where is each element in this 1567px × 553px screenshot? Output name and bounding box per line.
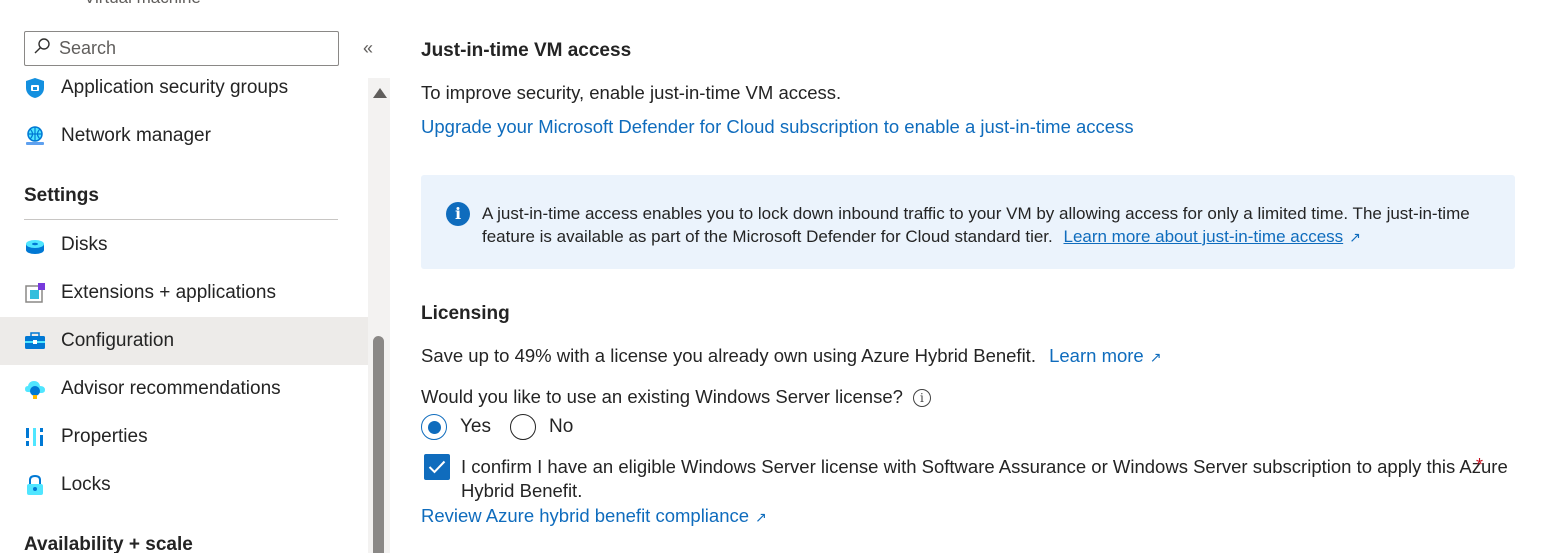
confirm-license-checkbox[interactable] — [424, 454, 450, 480]
sidebar-item-label: Network manager — [61, 125, 211, 146]
sidebar: Search « Application security groups Net… — [0, 0, 392, 553]
radio-no[interactable] — [510, 414, 536, 440]
review-compliance-link[interactable]: Review Azure hybrid benefit compliance — [421, 505, 749, 526]
confirm-license-label: I confirm I have an eligible Windows Ser… — [461, 456, 1508, 501]
checkmark-icon — [428, 460, 446, 474]
sidebar-item-label: Application security groups — [61, 77, 289, 98]
external-link-icon: ↗ — [755, 509, 767, 525]
sidebar-item-network-manager[interactable]: Network manager — [0, 112, 368, 160]
info-icon: i — [446, 202, 470, 226]
jit-description: To improve security, enable just-in-time… — [421, 82, 842, 103]
jit-section-title: Just-in-time VM access — [421, 40, 632, 61]
required-indicator: * — [1476, 455, 1484, 475]
advisor-icon — [24, 378, 46, 400]
disks-icon — [24, 234, 46, 256]
sidebar-item-label: Disks — [61, 234, 108, 255]
sidebar-item-label: Locks — [61, 474, 111, 495]
radio-yes[interactable] — [421, 414, 447, 440]
configuration-icon — [24, 330, 46, 352]
radio-yes-label: Yes — [460, 416, 491, 437]
search-placeholder: Search — [59, 38, 117, 58]
sidebar-item-locks[interactable]: Locks — [0, 461, 368, 509]
sidebar-scrollbar[interactable] — [368, 78, 390, 553]
license-question: Would you like to use an existing Window… — [421, 386, 931, 408]
compliance-row: Review Azure hybrid benefit compliance ↗ — [421, 505, 767, 527]
sidebar-item-advisor-recommendations[interactable]: Advisor recommendations — [0, 365, 368, 413]
upgrade-defender-link[interactable]: Upgrade your Microsoft Defender for Clou… — [421, 116, 1134, 138]
search-input[interactable]: Search — [24, 31, 339, 66]
jit-info-banner: i A just-in-time access enables you to l… — [421, 175, 1515, 269]
properties-icon — [24, 426, 46, 448]
section-divider — [24, 219, 338, 220]
sidebar-item-label: Extensions + applications — [61, 282, 276, 303]
savings-message: Save up to 49% with a license you alread… — [421, 345, 1036, 366]
sidebar-item-label: Properties — [61, 426, 148, 447]
lock-icon — [24, 474, 46, 496]
licensing-savings-text: Save up to 49% with a license you alread… — [421, 345, 1161, 367]
info-tooltip-icon[interactable]: i — [912, 389, 931, 408]
network-manager-icon — [24, 125, 46, 147]
radio-no-label: No — [549, 416, 574, 437]
sidebar-item-label: Advisor recommendations — [61, 378, 281, 399]
sidebar-item-disks[interactable]: Disks — [0, 221, 368, 269]
external-link-icon: ↗ — [1349, 229, 1361, 245]
learn-more-licensing-link[interactable]: Learn more — [1049, 345, 1144, 366]
learn-more-jit-link[interactable]: Learn more about just-in-time access — [1063, 227, 1343, 246]
sidebar-item-label: Configuration — [61, 330, 175, 351]
extensions-icon — [24, 282, 46, 304]
settings-section-header: Settings — [24, 185, 99, 206]
sidebar-item-configuration[interactable]: Configuration — [0, 317, 368, 365]
scroll-thumb[interactable] — [373, 336, 384, 553]
license-radio-group: Yes No — [421, 414, 592, 440]
licensing-section-title: Licensing — [421, 303, 510, 324]
sidebar-item-application-security-groups[interactable]: Application security groups — [0, 64, 368, 112]
availability-section-header: Availability + scale — [24, 534, 193, 553]
scroll-up-arrow-icon[interactable] — [373, 88, 387, 98]
collapse-sidebar-icon[interactable]: « — [358, 38, 378, 58]
license-question-label: Would you like to use an existing Window… — [421, 386, 903, 407]
sidebar-item-properties[interactable]: Properties — [0, 413, 368, 461]
search-icon — [33, 37, 51, 60]
external-link-icon: ↗ — [1149, 349, 1162, 365]
info-banner-text: A just-in-time access enables you to loc… — [482, 202, 1497, 249]
sidebar-item-extensions[interactable]: Extensions + applications — [0, 269, 368, 317]
shield-icon — [24, 77, 46, 99]
